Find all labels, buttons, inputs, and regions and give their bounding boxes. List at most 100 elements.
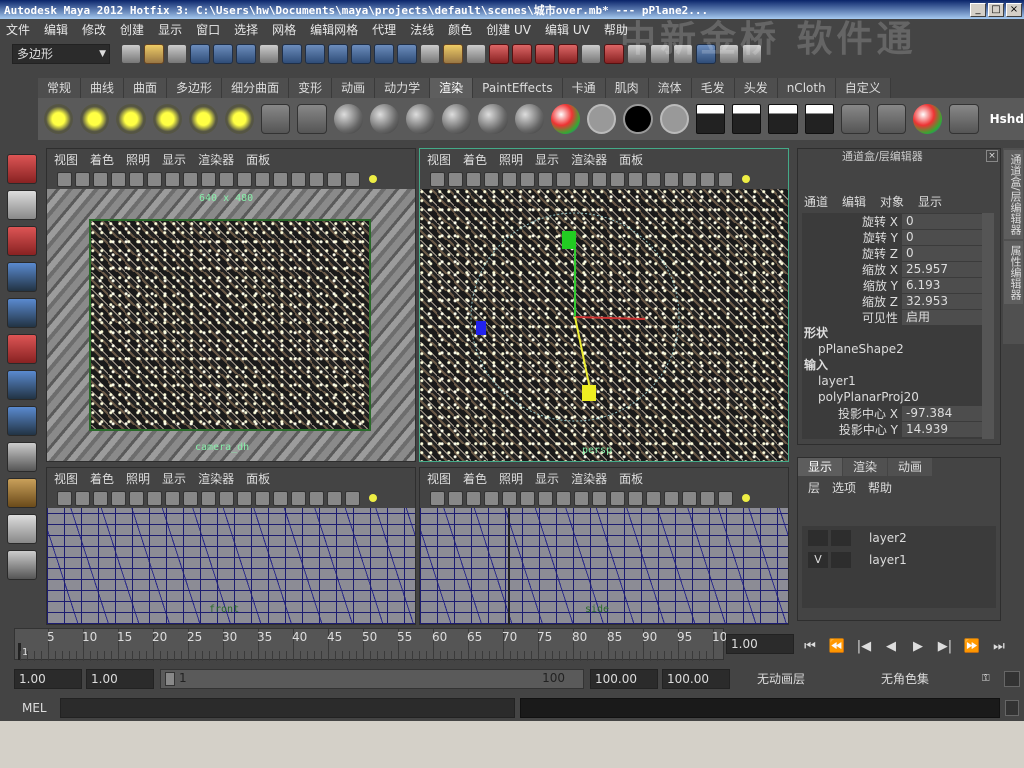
visibility-toggle[interactable]: V [808, 552, 828, 568]
vp-menu-view[interactable]: 视图 [54, 470, 78, 487]
le-menu-options[interactable]: 选项 [832, 479, 856, 496]
vp-menu-panels[interactable]: 面板 [619, 470, 643, 487]
command-input[interactable] [60, 698, 515, 718]
render-globals-icon[interactable] [804, 104, 834, 134]
x-axis-handle[interactable] [574, 316, 646, 320]
lasso-tool-icon[interactable] [7, 190, 37, 220]
lambert-material-icon[interactable] [333, 104, 363, 134]
viewport-front[interactable]: 视图 着色 照明 显示 渲染器 面板 front [46, 467, 416, 625]
surface-shader-icon[interactable] [586, 104, 617, 134]
resolution-gate-icon[interactable] [502, 490, 517, 506]
vp-menu-show[interactable]: 显示 [535, 151, 559, 168]
lights-icon[interactable] [592, 490, 607, 506]
smooth-shade-icon[interactable] [556, 171, 571, 187]
wire-cube-icon[interactable] [700, 490, 715, 506]
make-live-icon[interactable] [581, 44, 601, 64]
select-object-icon[interactable] [213, 44, 233, 64]
shelf-tab-fur[interactable]: 毛发 [691, 78, 735, 98]
textured-cube-icon[interactable] [682, 171, 697, 187]
bookmark-icon[interactable] [75, 171, 90, 187]
menu-set-dropdown[interactable]: 多边形 ▼ [12, 44, 110, 64]
layout-quad-icon[interactable] [7, 550, 37, 580]
texture-icon[interactable] [574, 171, 589, 187]
wireframe-icon[interactable] [538, 490, 553, 506]
viewport-canvas[interactable]: front [47, 508, 415, 624]
vp-menu-renderer[interactable]: 渲染器 [198, 470, 234, 487]
layout-single-icon[interactable] [7, 514, 37, 544]
tab-render-layers[interactable]: 渲染 [843, 458, 888, 476]
attr-visibility[interactable]: 可见性 启用 [802, 309, 982, 325]
start-time-field[interactable]: 1.00 [14, 669, 82, 689]
wire-cube-icon[interactable] [327, 171, 342, 187]
ambient-light-icon[interactable] [44, 104, 74, 134]
last-tool-icon[interactable] [7, 478, 37, 508]
smooth-shade-icon[interactable] [183, 490, 198, 506]
vp-menu-view[interactable]: 视图 [427, 151, 451, 168]
textured-cube-icon[interactable] [682, 490, 697, 506]
attr-value[interactable]: 0 [902, 213, 982, 229]
wireframe-icon[interactable] [165, 490, 180, 506]
shelf-tab-subdivs[interactable]: 细分曲面 [222, 78, 290, 98]
shaded-cube-icon[interactable] [664, 490, 679, 506]
grid-toggle-icon[interactable] [520, 490, 535, 506]
time-slider[interactable]: 1 5 10 15 20 25 30 35 40 45 50 55 60 65 70 75 80 85 90 95 1… [14, 628, 727, 661]
area-light-icon[interactable] [188, 104, 218, 134]
cb-menu-object[interactable]: 对象 [880, 193, 904, 210]
mask-joint-icon[interactable] [282, 44, 302, 64]
mental-ray-icon[interactable] [876, 104, 907, 134]
vp-menu-show[interactable]: 显示 [162, 470, 186, 487]
y-axis-cube[interactable] [562, 231, 576, 249]
menu-edit-uv[interactable]: 编辑 UV [545, 21, 590, 38]
attr-value[interactable]: 0 [902, 229, 982, 245]
mask-handle-icon[interactable] [259, 44, 279, 64]
isolate-icon[interactable] [237, 171, 252, 187]
vp-menu-view[interactable]: 视图 [427, 470, 451, 487]
shaded-cube-icon[interactable] [664, 171, 679, 187]
batch-render-icon[interactable] [695, 104, 726, 134]
shelf-tab-general[interactable]: 常规 [38, 78, 82, 98]
current-frame-field[interactable]: 1.00 [726, 634, 794, 654]
shelf-tab-hair[interactable]: 头发 [734, 78, 778, 98]
shaded-cube-icon[interactable] [291, 171, 306, 187]
vp-menu-shading[interactable]: 着色 [463, 470, 487, 487]
vp-menu-lighting[interactable]: 照明 [499, 470, 523, 487]
phong-material-icon[interactable] [405, 104, 436, 134]
menu-display[interactable]: 显示 [158, 21, 182, 38]
bookmark-icon[interactable] [75, 490, 90, 506]
shelf-tab-muscle[interactable]: 肌肉 [605, 78, 649, 98]
lock-selection-icon[interactable] [443, 44, 463, 64]
command-language-label[interactable]: MEL [22, 701, 47, 715]
shelf-tab-paint-effects[interactable]: PaintEffects [473, 78, 563, 98]
film-gate-icon[interactable] [484, 490, 499, 506]
shelf-tab-surfaces[interactable]: 曲面 [124, 78, 168, 98]
snap-view-plane-icon[interactable] [558, 44, 578, 64]
step-back-key-icon[interactable]: ⏪ [827, 639, 847, 654]
channel-box-scrollbar[interactable] [982, 213, 994, 439]
menu-create[interactable]: 创建 [120, 21, 144, 38]
film-gate-icon[interactable] [111, 171, 126, 187]
tab-channel-box[interactable]: 通道盒/层编辑器 [1004, 150, 1023, 239]
anim-layer-dropdown[interactable]: 无动画层 [752, 669, 864, 689]
z-axis-cube[interactable] [582, 385, 596, 401]
grid-toggle-icon[interactable] [520, 171, 535, 187]
camera-select-icon[interactable] [430, 171, 445, 187]
phonge-material-icon[interactable] [442, 104, 472, 134]
shaded-cube-icon[interactable] [291, 490, 306, 506]
input-node[interactable]: polyPlanarProj20 [802, 389, 982, 405]
go-to-end-icon[interactable]: ⏭ [989, 639, 1009, 654]
wireframe-icon[interactable] [165, 171, 180, 187]
viewport-canvas[interactable]: persp [420, 189, 788, 461]
grid-toggle-icon[interactable] [147, 490, 162, 506]
play-forwards-icon[interactable]: ▶ [908, 639, 928, 654]
directional-light-icon[interactable] [80, 104, 110, 134]
layered-shader-icon[interactable] [514, 104, 544, 134]
menu-window[interactable]: 窗口 [196, 21, 220, 38]
ipr-icon[interactable] [768, 104, 798, 134]
hypershade-icon[interactable] [840, 104, 870, 134]
vp-menu-renderer[interactable]: 渲染器 [571, 151, 607, 168]
select-component-icon[interactable] [236, 44, 256, 64]
universal-manipulator-icon[interactable] [7, 370, 37, 400]
layer-name[interactable]: layer2 [869, 531, 907, 545]
shelf-tab-fluids[interactable]: 流体 [648, 78, 692, 98]
attr-rotate-z[interactable]: 旋转 Z 0 [802, 245, 982, 261]
